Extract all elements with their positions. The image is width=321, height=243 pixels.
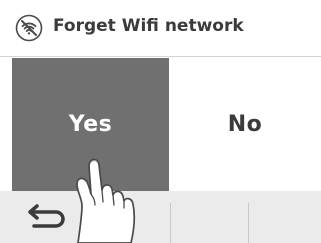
no-button-label: No [227, 112, 263, 137]
page-title: Forget Wifi network [53, 16, 244, 36]
wifi-off-icon [15, 14, 43, 42]
yes-button-label: Yes [68, 112, 113, 137]
forget-wifi-screen: Forget Wifi network Yes No [0, 0, 321, 243]
no-button[interactable]: No [169, 58, 321, 191]
back-button[interactable] [0, 191, 90, 243]
bottom-bar-divider [248, 203, 249, 243]
header: Forget Wifi network [0, 0, 321, 57]
back-arrow-icon [22, 203, 68, 235]
yes-button[interactable]: Yes [12, 58, 169, 191]
bottom-bar-divider [170, 203, 171, 243]
bottom-bar-divider [92, 203, 93, 243]
